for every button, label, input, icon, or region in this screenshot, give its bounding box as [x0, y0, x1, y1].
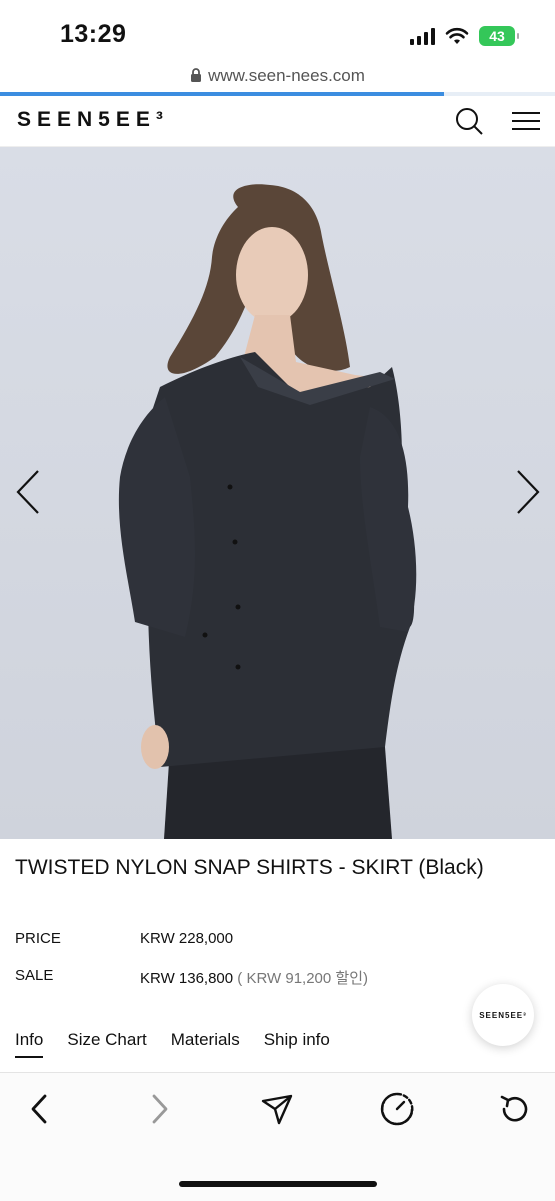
battery-indicator: 43: [479, 26, 519, 46]
lock-icon: [191, 68, 202, 82]
product-photo: [118, 184, 417, 839]
status-time: 13:29: [60, 20, 127, 48]
sale-price: KRW 136,800 ( KRW 91,200 할인): [140, 967, 368, 988]
floating-logo-text: SEEN5EE³: [479, 1010, 527, 1020]
chevron-right-icon[interactable]: [506, 467, 546, 517]
cellular-signal-icon: [410, 27, 435, 45]
back-icon[interactable]: [22, 1091, 58, 1127]
address-bar[interactable]: www.seen-nees.com: [0, 66, 555, 92]
wifi-icon: [445, 27, 469, 44]
price-value: KRW 228,000: [140, 930, 234, 947]
tab-info[interactable]: Info: [15, 1030, 44, 1058]
sale-discount: ( KRW 91,200 할인): [233, 970, 368, 987]
product-title: TWISTED NYLON SNAP SHIRTS - SKIRT (Black…: [15, 856, 484, 879]
site-logo[interactable]: SEEN5EE³: [17, 108, 169, 132]
hamburger-menu-icon[interactable]: [510, 108, 542, 134]
product-image-carousel[interactable]: [0, 147, 555, 839]
site-header: SEEN5EE³: [0, 96, 555, 147]
reload-icon[interactable]: [497, 1091, 533, 1127]
sale-value: KRW 136,800: [140, 970, 234, 987]
product-tabs: Info Size Chart Materials Ship info: [15, 1030, 330, 1058]
tab-size-chart[interactable]: Size Chart: [67, 1030, 146, 1058]
send-icon[interactable]: [259, 1091, 295, 1127]
tab-ship-info[interactable]: Ship info: [264, 1030, 330, 1058]
floating-brand-button[interactable]: SEEN5EE³: [472, 984, 534, 1046]
search-icon[interactable]: [454, 106, 484, 136]
url-text: www.seen-nees.com: [208, 66, 365, 85]
gauge-icon[interactable]: [379, 1091, 415, 1127]
price-label: PRICE: [15, 930, 61, 947]
tab-materials[interactable]: Materials: [171, 1030, 240, 1058]
status-bar: 13:29 43: [0, 0, 555, 66]
battery-level: 43: [489, 28, 505, 44]
chevron-left-icon[interactable]: [10, 467, 50, 517]
forward-icon[interactable]: [141, 1091, 177, 1127]
home-indicator: [179, 1181, 377, 1187]
sale-label: SALE: [15, 967, 54, 984]
